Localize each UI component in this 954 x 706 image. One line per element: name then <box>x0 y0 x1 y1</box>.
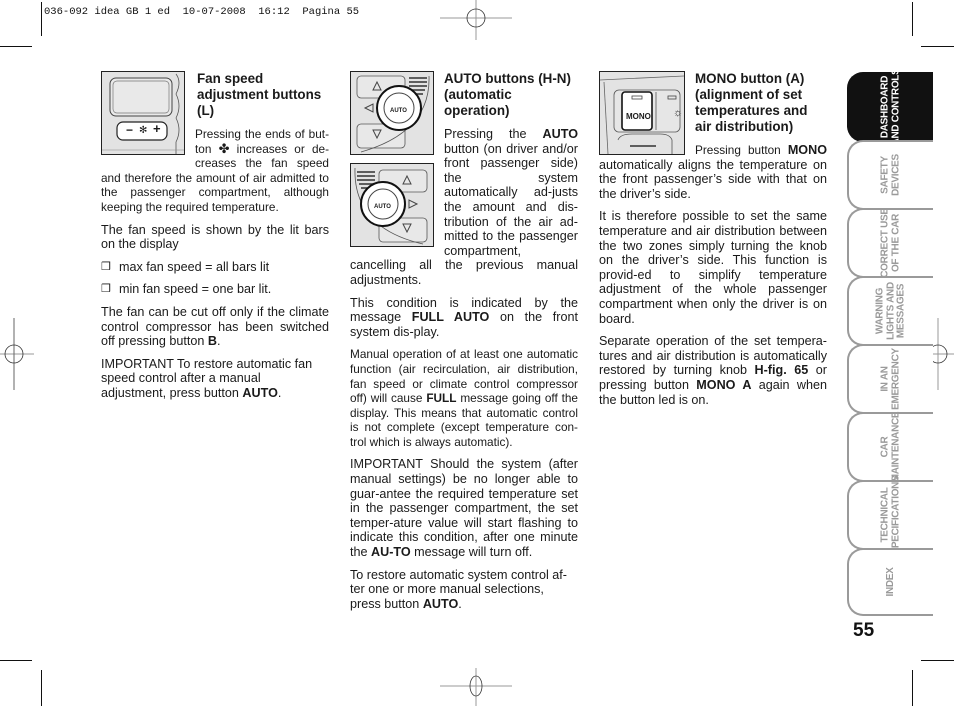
important-note-fan: IMPORTANT To restore automatic fan speed… <box>101 356 313 400</box>
crop-mark <box>41 2 42 36</box>
mono-button-label: MONO <box>626 112 651 121</box>
section-heading-fan-speed: Fan speed adjustment buttons (L) <box>197 71 322 118</box>
tab-safety-devices[interactable]: SAFETY DEVICES <box>847 140 933 210</box>
list-item: ❒ max fan speed = all bars lit <box>101 259 270 274</box>
auto-button-label: AUTO <box>390 108 407 114</box>
important-note-auto: IMPORTANT Should the system (after manua… <box>350 457 578 560</box>
auto-figures: AUTO AUTO <box>350 71 434 249</box>
fan-icon: ✻ <box>139 125 148 136</box>
tab-car-maintenance[interactable]: CAR MAINTENANCE <box>847 412 933 482</box>
tab-dashboard-and-controls[interactable]: DASHBOARD AND CONTROLS <box>847 69 933 145</box>
fan-cutoff-paragraph: The fan can be cut off only if the clima… <box>101 304 329 349</box>
auto-button-label: AUTO <box>374 204 391 210</box>
fan-control-panel-illustration <box>102 72 184 154</box>
full-auto-paragraph: This condition is indicated by the messa… <box>350 295 578 339</box>
column-mono-button: MONO ☼ MONO button (A) (alignment of set… <box>599 71 827 415</box>
tab-correct-use-of-the-car[interactable]: CORRECT USE OF THE CAR <box>847 208 933 278</box>
auto-button-passenger-figure: AUTO <box>350 163 434 247</box>
tab-technical-specifications[interactable]: TECHNICAL SPECIFICATIONS <box>847 476 933 554</box>
sun-icon: ☼ <box>673 107 684 119</box>
crop-mark <box>912 2 913 36</box>
registration-mark-bottom <box>440 668 512 706</box>
fan-speed-figure: − ✻ + <box>101 71 185 155</box>
fan-minus-button: − <box>126 123 134 137</box>
list-item: ❒ min fan speed = one bar lit. <box>101 282 272 297</box>
same-temperature-paragraph: It is therefore possible to set the same… <box>599 209 827 326</box>
crop-mark <box>921 46 954 47</box>
bullet-icon: ❒ <box>101 260 111 273</box>
bullet-icon: ❒ <box>101 283 111 296</box>
manual-operation-paragraph: Manual operation of at least one automat… <box>350 347 578 449</box>
fan-display-paragraph: The fan speed is shown by the lit bars o… <box>101 222 329 252</box>
mono-button-figure: MONO ☼ <box>599 71 685 155</box>
column-fan-speed: − ✻ + Fan speed adjustment buttons (L) P… <box>101 71 329 409</box>
fan-icon: ✤ <box>218 140 230 156</box>
auto-knob-right-illustration <box>351 164 433 246</box>
column-auto-buttons: AUTO AUTO AUTO buttons (H-N) (automatic … <box>350 71 578 619</box>
crop-mark <box>921 660 954 661</box>
page-number: 55 <box>853 620 875 641</box>
separate-operation-paragraph: Separate operation of the set tempera-tu… <box>599 334 827 407</box>
auto-button-driver-figure: AUTO <box>350 71 434 155</box>
registration-mark-top <box>440 0 512 40</box>
crop-mark <box>0 46 32 47</box>
print-slug: 036-092 idea GB 1 ed 10-07-2008 16:12 Pa… <box>44 6 360 18</box>
crop-mark <box>912 670 913 706</box>
registration-mark-left <box>0 318 34 390</box>
crop-mark <box>41 670 42 706</box>
tab-index[interactable]: INDEX <box>847 548 933 616</box>
crop-mark <box>0 660 32 661</box>
restore-auto-paragraph: To restore automatic system control af-t… <box>350 567 567 611</box>
fan-plus-button: + <box>153 121 161 136</box>
tab-warning-lights-and-messages[interactable]: WARNING LIGHTS AND MESSAGES <box>847 276 933 346</box>
tab-in-an-emergency[interactable]: IN AN EMERGENCY <box>847 344 933 414</box>
